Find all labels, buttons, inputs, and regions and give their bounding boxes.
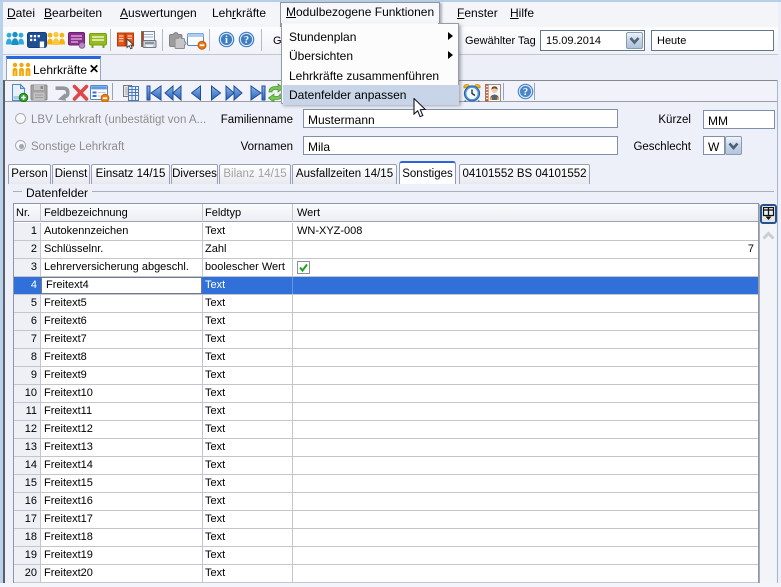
svg-text:?: ?	[523, 87, 528, 98]
svg-text:i: i	[225, 35, 228, 46]
svg-text:?: ?	[244, 35, 249, 46]
